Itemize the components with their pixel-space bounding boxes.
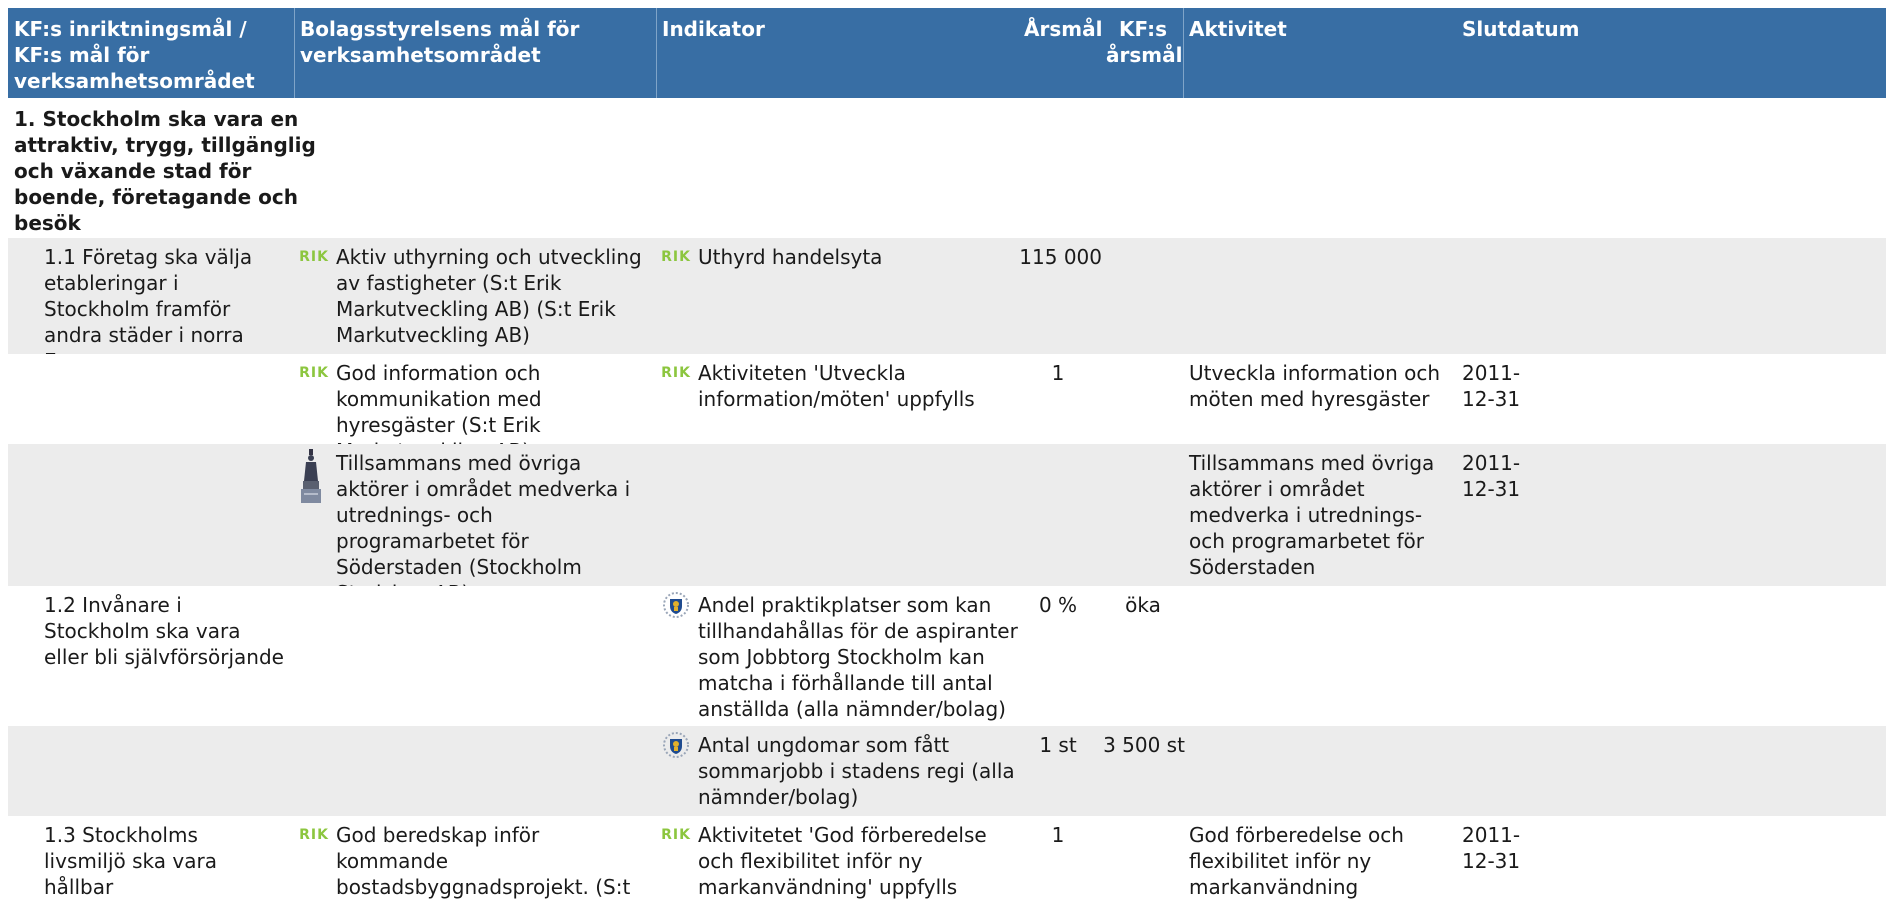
table-row: 1.1 Företag ska välja etableringar i Sto… [8,238,1886,373]
header-end-date: Slutdatum [1462,17,1580,41]
header-board-goal: Bolagsstyrelsens mål för verksamhetsområ… [300,17,580,67]
end-date-cell: 2011-12-31 [1462,361,1521,411]
indicator-cell: Aktiviteten 'Utveckla information/möten'… [698,361,975,411]
kf-goal-cell: 1.3 Stockholms livsmiljö ska vara hållba… [44,823,217,899]
activity-cell: God förberedelse och flexibilitet inför … [1189,823,1404,899]
end-date-cell: 2011-12-31 [1462,451,1521,501]
table-row: Antal ungdomar som fått sommarjobb i sta… [8,726,1886,816]
annual-goal-cell: 0 % [1038,593,1078,617]
annual-goal-cell: 1 [1051,361,1065,385]
kf-goal-cell: 1.2 Invånare i Stockholm ska vara eller … [44,593,284,669]
header-kf-goal: KF:s inriktningsmål / KF:s mål för verks… [14,17,255,93]
annual-goal-cell: 1 st [1039,733,1077,757]
kf-annual-goal-cell: öka [1125,593,1161,617]
kf-annual-goal-cell: 3 500 st [1103,733,1185,757]
stockholm-crest-icon [660,592,692,618]
table-row: 1.3 Stockholms livsmiljö ska vara hållba… [8,816,1886,902]
rik-logo-icon: RIK [299,365,329,381]
table-row: 1.2 Invånare i Stockholm ska vara eller … [8,586,1886,726]
rik-logo-icon: RIK [299,827,329,843]
header-activity: Aktivitet [1189,17,1287,41]
rik-logo-icon: RIK [661,365,691,381]
table-row: RIK God information och kommunikation me… [8,354,1886,463]
table-header: KF:s inriktningsmål / KF:s mål för verks… [8,8,1886,98]
board-goal-cell: Aktiv uthyrning och utveckling av fastig… [336,245,642,347]
indicator-cell: Aktivitetet 'God förberedelse och flexib… [698,823,987,899]
indicator-cell: Antal ungdomar som fått sommarjobb i sta… [698,733,1015,809]
header-kf-annual: KF:s årsmål [1106,17,1183,67]
rik-logo-icon: RIK [299,249,329,265]
indicator-cell: Andel praktikplatser som kan tillhandahå… [698,593,1018,721]
table-row: Tillsammans med övriga aktörer i området… [8,444,1886,605]
end-date-cell: 2011-12-31 [1462,823,1521,873]
board-goal-cell: Tillsammans med övriga aktörer i området… [336,451,631,605]
annual-goal-cell: 1 [1051,823,1065,847]
header-annual: Årsmål [1024,17,1103,41]
rik-logo-icon: RIK [661,249,691,265]
goals-table: KF:s inriktningsmål / KF:s mål för verks… [0,0,1886,902]
board-goal-cell: God beredskap inför kommande bostadsbygg… [336,823,631,902]
rik-logo-icon: RIK [661,827,691,843]
header-divider [1183,8,1184,98]
stadshus-statue-icon [298,448,324,504]
header-indicator: Indikator [662,17,765,41]
category-title: 1. Stockholm ska vara en attraktiv, tryg… [14,107,316,235]
indicator-cell: Uthyrd handelsyta [698,245,883,269]
activity-cell: Utveckla information och möten med hyres… [1189,361,1441,411]
category-row: 1. Stockholm ska vara en attraktiv, tryg… [8,98,1886,238]
stockholm-crest-icon [660,732,692,758]
header-divider [656,8,657,98]
header-divider [294,8,295,98]
activity-cell: Tillsammans med övriga aktörer i området… [1189,451,1435,579]
annual-goal-cell: 115 000 [1019,245,1102,269]
